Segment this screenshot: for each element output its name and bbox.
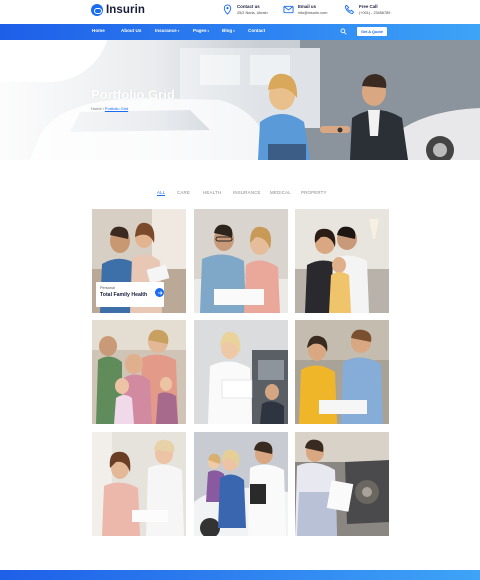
portfolio-item[interactable] (194, 209, 288, 313)
filter-insurance[interactable]: INSURANCE (233, 190, 261, 195)
portfolio-item[interactable] (295, 320, 389, 424)
nav-label: Contact (248, 28, 266, 33)
logo-text: Insurin (106, 4, 146, 16)
phone-value[interactable]: (+001) - 23456789 (359, 10, 390, 16)
footer-bar (0, 570, 480, 580)
portfolio-image (194, 209, 288, 313)
chevron-down-icon: ▾ (177, 28, 180, 33)
portfolio-item[interactable] (92, 320, 186, 424)
logo[interactable]: Insurin (91, 4, 145, 16)
breadcrumb: Home\Portfolio Grid (91, 106, 128, 111)
breadcrumb-current[interactable]: Portfolio Grid (105, 106, 128, 111)
main-nav: Home About Us Insurance ▾ Pages ▾ Blog ▾ Co… (0, 24, 480, 40)
breadcrumb-separator: \ (102, 106, 104, 111)
contact-value: 25/2 Norla, Ukrain (237, 11, 268, 15)
portfolio-image (194, 320, 288, 424)
filter-medical[interactable]: MEDICAL (270, 190, 291, 195)
portfolio-image (295, 209, 389, 313)
hero-banner: Portfolio Grid Home\Portfolio Grid (0, 40, 480, 160)
filter-property[interactable]: PROPERTY (301, 190, 327, 195)
portfolio-image (92, 320, 186, 424)
portfolio-item[interactable] (92, 432, 186, 536)
contact-phone: Free Call (+001) - 23456789 (344, 4, 390, 16)
nav-label: Insurance (155, 28, 177, 33)
portfolio-item[interactable] (295, 209, 389, 313)
search-icon[interactable] (340, 28, 347, 35)
card-category: Personal (100, 286, 115, 290)
nav-item-contact[interactable]: Contact (248, 28, 265, 33)
nav-label: About Us (121, 28, 142, 33)
portfolio-item[interactable] (194, 432, 288, 536)
arrow-right-icon[interactable] (155, 288, 164, 297)
filter-health[interactable]: HEALTH (203, 190, 221, 195)
portfolio-page: Insurin Contact us 25/2 Norla, Ukrain Em… (0, 0, 480, 580)
location-pin-icon (223, 4, 232, 15)
nav-label: Home (92, 28, 105, 33)
nav-item-insurance[interactable]: Insurance ▾ (155, 28, 179, 33)
top-bar: Insurin Contact us 25/2 Norla, Ukrain Em… (0, 0, 480, 24)
filter-all[interactable]: ALL (157, 190, 166, 196)
nav-label: Pages (193, 28, 207, 33)
portfolio-image (92, 432, 186, 536)
nav-item-about[interactable]: About Us (121, 28, 141, 33)
contact-address: Contact us 25/2 Norla, Ukrain (222, 4, 268, 16)
phone-icon (344, 4, 355, 15)
portfolio-image (295, 432, 389, 536)
card-title[interactable]: Total Family Health (100, 292, 160, 298)
get-quote-button[interactable]: Get A Quote (357, 27, 387, 36)
portfolio-filters: ALL CARE HEALTH INSURANCE MEDICAL PROPER… (0, 190, 480, 200)
portfolio-image (295, 320, 389, 424)
portfolio-card: Personal Total Family Health (96, 282, 164, 307)
contact-email: Email us info@insurin.com (283, 4, 327, 16)
email-value[interactable]: info@insurin.com (298, 10, 327, 16)
portfolio-item[interactable] (194, 320, 288, 424)
filter-care[interactable]: CARE (177, 190, 190, 195)
portfolio-image (194, 432, 288, 536)
nav-item-home[interactable]: Home (92, 28, 105, 33)
nav-label: Blog (222, 28, 233, 33)
email-icon (283, 5, 294, 14)
nav-item-blog[interactable]: Blog ▾ (222, 28, 235, 33)
chevron-down-icon: ▾ (207, 28, 210, 33)
chevron-down-icon: ▾ (233, 28, 235, 33)
nav-item-pages[interactable]: Pages ▾ (193, 28, 209, 33)
logo-mark-icon (91, 4, 103, 16)
portfolio-item[interactable]: Personal Total Family Health (92, 209, 186, 313)
portfolio-item[interactable] (295, 432, 389, 536)
page-title: Portfolio Grid (91, 87, 175, 102)
breadcrumb-home[interactable]: Home (91, 106, 102, 111)
